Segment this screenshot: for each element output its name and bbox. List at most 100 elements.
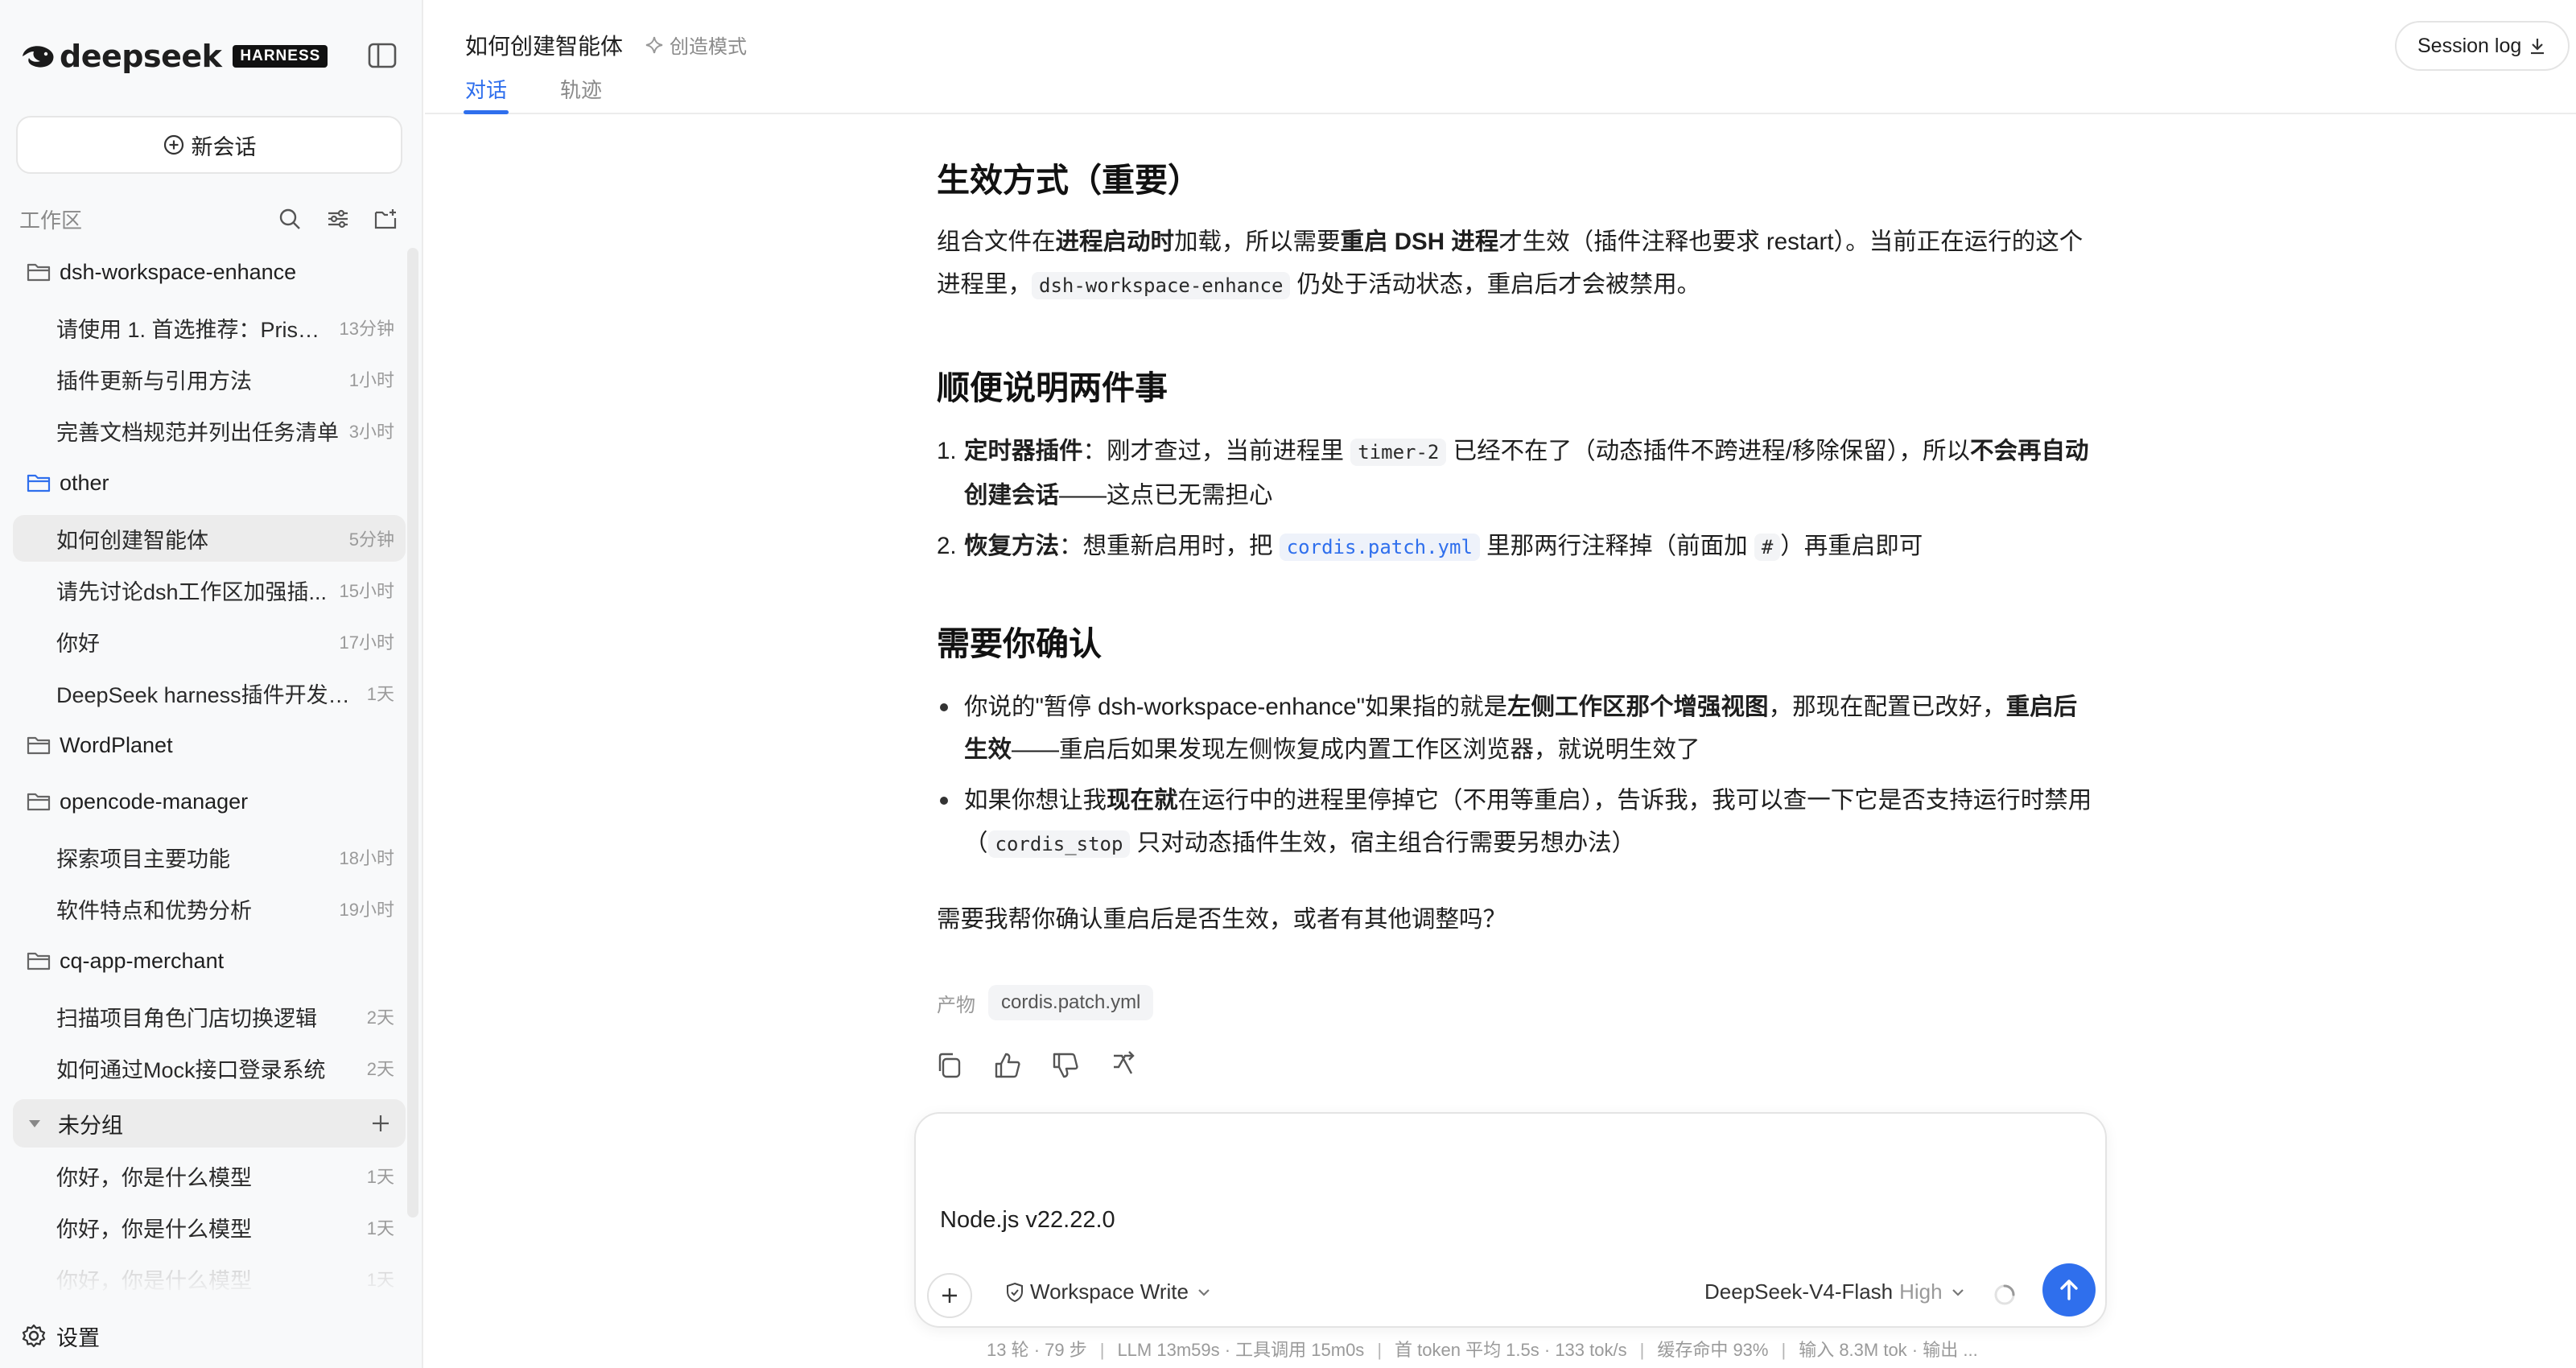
bullet-item: 如果你想让我现在就在运行中的进程里停掉它（不用等重启），告诉我，我可以查一下它是… [937, 779, 2096, 864]
workspace-folder[interactable]: other [13, 459, 406, 507]
thumbs-up-icon[interactable] [991, 1049, 1024, 1082]
chevron-down-icon [1198, 1288, 1210, 1296]
sidebar-scrollbar[interactable] [407, 248, 418, 1218]
status-metric: 缓存命中 93% [1657, 1340, 1769, 1360]
conversation-item[interactable]: 探索项目主要功能 18小时 [13, 834, 406, 880]
conversation-time: 1天 [366, 684, 394, 704]
list-item-body: 定时器插件：刚才查过，当前进程里 timer-2 已经不在了（动态插件不跨进程/… [964, 430, 2096, 517]
conversation-item[interactable]: 你好，你是什么模型 1天 [13, 1152, 406, 1199]
text: 里那两行注释掉（前面加 [1479, 533, 1754, 559]
tab-conversation[interactable]: 对话 [463, 74, 509, 114]
bullet-dot [940, 703, 948, 711]
new-folder-icon[interactable] [372, 204, 401, 233]
text: ——重启后如果发现左侧恢复成内置工作区浏览器，就说明生效了 [1012, 736, 1700, 763]
text: ：想重新启用时，把 [1059, 533, 1280, 559]
file-link[interactable]: cordis.patch.yml [1279, 534, 1480, 561]
tab-trace[interactable]: 轨迹 [560, 74, 602, 113]
settings-button[interactable]: 设置 [21, 1318, 100, 1354]
conversation-time: 17小时 [339, 632, 394, 653]
plus-icon[interactable] [369, 1111, 393, 1135]
folder-name: other [60, 470, 109, 495]
mode-badge[interactable]: 创造模式 [644, 31, 747, 59]
text: 加载，所以需要 [1174, 229, 1341, 255]
filter-sliders-icon[interactable] [324, 204, 352, 233]
copy-icon[interactable] [934, 1049, 966, 1082]
conversation-title: DeepSeek harness插件开发指... [56, 682, 359, 707]
status-separator: | [1639, 1340, 1645, 1360]
conversation-title: 如何通过Mock接口登录系统 [56, 1057, 326, 1082]
conversation-title: 你好，你是什么模型 [56, 1217, 252, 1242]
bold-text: 现在就 [1107, 787, 1178, 814]
attach-button[interactable] [927, 1273, 972, 1318]
model-select[interactable]: DeepSeek-V4-Flash High [1704, 1279, 1967, 1304]
conversation-title: 请使用 1. 首选推荐：Prism... [56, 317, 332, 342]
text: 只对动态插件生效，宿主组合行需要另想办法） [1130, 830, 1636, 856]
status-metric: 输入 8.3M tok · 输出 ... [1799, 1340, 1978, 1360]
search-icon[interactable] [275, 204, 304, 233]
conversation-item[interactable]: 请先讨论dsh工作区加强插... 15小时 [13, 567, 406, 613]
conversation-item[interactable]: 插件更新与引用方法 1小时 [13, 356, 406, 402]
conversation-item[interactable]: DeepSeek harness插件开发指... 1天 [13, 670, 406, 716]
conversation-time: 15小时 [339, 581, 394, 601]
new-chat-button[interactable]: 新会话 [16, 116, 402, 174]
text: ：刚才查过，当前进程里 [1082, 438, 1351, 464]
workspace-folder[interactable]: dsh-workspace-enhance [13, 248, 406, 296]
status-separator: | [1781, 1340, 1787, 1360]
artifact-file-chip[interactable]: cordis.patch.yml [988, 985, 1154, 1020]
session-log-label: Session log [2417, 34, 2522, 57]
conversation-time: 3小时 [348, 422, 394, 442]
folder-open-icon [27, 474, 51, 492]
conversation-time: 1天 [366, 1167, 394, 1187]
brand-name: deepseek [60, 39, 222, 74]
workspace-tree: dsh-workspace-enhance 请使用 1. 首选推荐：Prism..… [13, 248, 407, 1298]
folder-name: WordPlanet [60, 732, 173, 757]
bold-text: 左侧工作区那个增强视图 [1507, 694, 1769, 720]
arrow-up-icon [2060, 1279, 2078, 1300]
heading-notes: 顺便说明两件事 [937, 369, 1168, 406]
list-item-body: 如果你想让我现在就在运行中的进程里停掉它（不用等重启），告诉我，我可以查一下它是… [964, 779, 2096, 866]
mode-label: 创造模式 [670, 36, 747, 58]
bold-text: 重启 DSH 进程 [1340, 229, 1499, 255]
conversation-title: 请先讨论dsh工作区加强插... [56, 579, 328, 604]
inline-code: dsh-workspace-enhance [1032, 272, 1291, 299]
download-icon [2531, 39, 2545, 55]
numbered-item: 2. 恢复方法：想重新启用时，把 cordis.patch.yml 里那两行注释… [937, 525, 2096, 567]
brand-logo[interactable]: deepseek HARNESS [19, 35, 328, 77]
text: 已经不在了（动态插件不跨进程/移除保留），所以 [1446, 438, 1971, 464]
numbered-item: 1. 定时器插件：刚才查过，当前进程里 timer-2 已经不在了（动态插件不跨… [937, 430, 2096, 515]
conversation-item[interactable]: 完善文档规范并列出任务清单 3小时 [13, 407, 406, 454]
composer-input[interactable]: Node.js v22.22.0 [940, 1207, 1115, 1234]
workspace-folder[interactable]: opencode-manager [13, 777, 406, 826]
ungrouped-section[interactable]: 未分组 [13, 1099, 406, 1148]
send-button[interactable] [2042, 1263, 2096, 1316]
text: ，那现在配置已改好， [1768, 694, 2006, 720]
conversation-title: 完善文档规范并列出任务清单 [56, 420, 339, 445]
shield-check-icon [1007, 1282, 1023, 1302]
caret-down-icon [29, 1120, 40, 1127]
message-composer[interactable]: Node.js v22.22.0 Workspace Write DeepSee… [914, 1112, 2107, 1328]
workspace-header: 工作区 [19, 203, 401, 235]
workspace-folder[interactable]: WordPlanet [13, 721, 406, 769]
conversation-item[interactable]: 你好，你是什么模型 1天 [13, 1204, 406, 1251]
folder-icon [27, 952, 51, 970]
conversation-time: 13分钟 [339, 319, 394, 339]
plus-icon [942, 1288, 957, 1303]
whale-logo-icon [23, 46, 54, 68]
session-log-button[interactable]: Session log [2395, 21, 2570, 71]
branch-icon[interactable] [1107, 1049, 1140, 1082]
conversation-title: 探索项目主要功能 [56, 847, 230, 871]
conversation-item[interactable]: 如何创建智能体 5分钟 [13, 515, 406, 562]
conversation-item[interactable]: 请使用 1. 首选推荐：Prism... 13分钟 [13, 304, 406, 351]
sidebar-toggle-icon[interactable] [367, 42, 398, 69]
thumbs-down-icon[interactable] [1049, 1049, 1082, 1082]
status-metric: 13 轮 · 79 步 [987, 1340, 1087, 1360]
conversation-item[interactable]: 扫描项目角色门店切换逻辑 2天 [13, 993, 406, 1040]
folder-name: dsh-workspace-enhance [60, 259, 297, 284]
conversation-item[interactable]: 如何通过Mock接口登录系统 2天 [13, 1045, 406, 1091]
conversation-item[interactable]: 软件特点和优势分析 19小时 [13, 885, 406, 932]
sparkle-icon [645, 36, 663, 53]
model-name: DeepSeek-V4-Flash [1704, 1279, 1894, 1304]
permission-select[interactable]: Workspace Write [1004, 1279, 1218, 1304]
workspace-folder[interactable]: cq-app-merchant [13, 937, 406, 985]
conversation-item[interactable]: 你好 17小时 [13, 618, 406, 665]
